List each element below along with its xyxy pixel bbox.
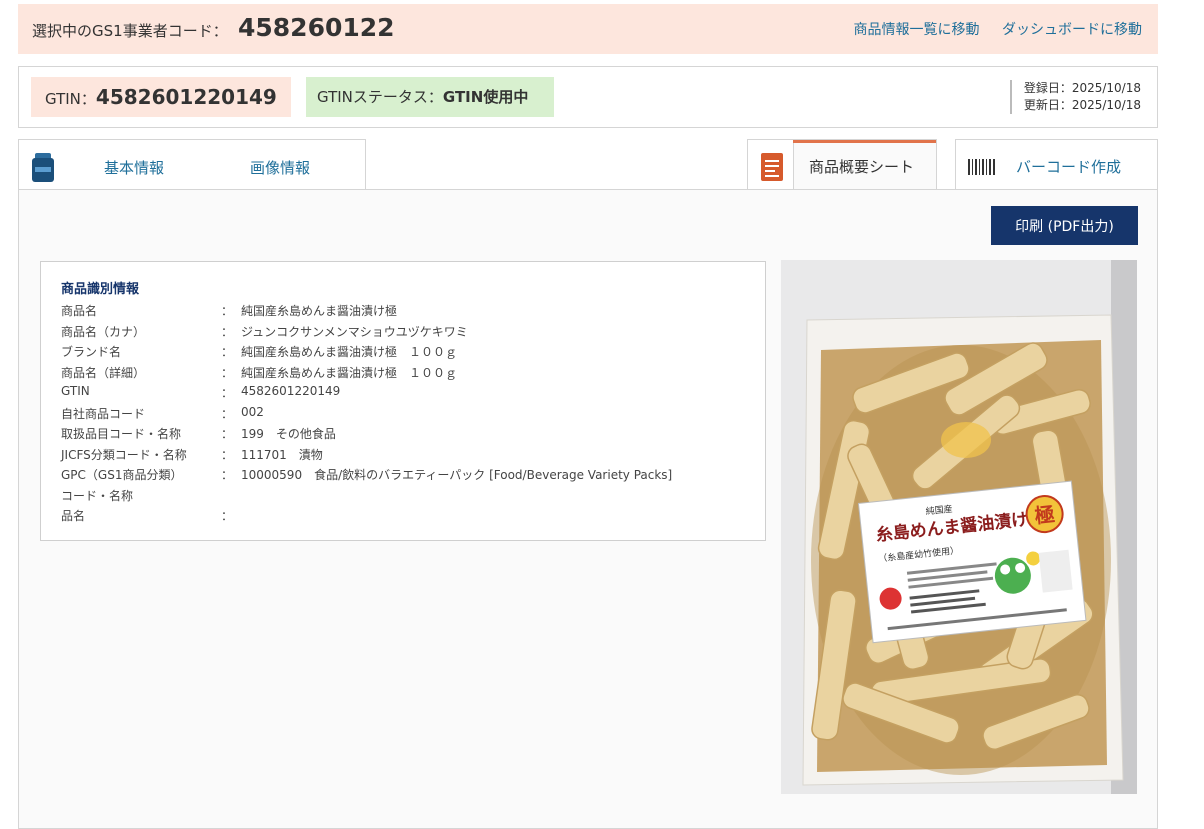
field-label: JICFS分類コード・名称 [61,447,187,462]
gtin-label: GTIN： [45,90,96,108]
tab-barcode[interactable]: バーコード作成 [955,139,1158,190]
field-value: 純国産糸島めんま醤油漬け極 １００ｇ [241,365,458,380]
product-photo: 純国産 糸島めんま醤油漬け 極 （糸島産幼竹使用） [781,260,1137,794]
field-value: 002 [241,404,264,419]
field-value: 199 その他食品 [241,427,336,441]
selected-company-bar: 選択中のGS1事業者コード： 458260122 商品情報一覧に移動 ダッシュボ… [18,4,1158,54]
field-value: 4582601220149 [241,384,341,398]
field-label: 取扱品目コード・名称 [61,427,182,441]
dashboard-link[interactable]: ダッシュボードに移動 [1002,22,1142,38]
gtin-status-value: GTIN使用中 [442,88,529,106]
tab-image-info[interactable]: 画像情報 [250,157,310,178]
active-tab-indicator [793,140,936,143]
print-pdf-button[interactable]: 印刷 (PDF出力) [991,206,1138,245]
barcode-icon [968,159,996,175]
field-label: GTIN [61,384,90,398]
gtin-status-label: GTINステータス： [317,88,443,106]
field-label: コード・名称 [61,488,134,503]
field-label: 商品名 [61,304,98,318]
tab-basic-info[interactable]: 基本情報 [104,157,164,178]
tab-product-sheet-label: 商品概要シート [809,158,915,176]
gtin-badge: GTIN：4582601220149 [31,77,291,117]
tab-product-sheet[interactable]: 商品概要シート [747,139,937,190]
field-label: GPC（GS1商品分類） [61,468,183,482]
label-badge: 極 [1033,502,1056,528]
gtin-summary: GTIN：4582601220149 GTINステータス：GTIN使用中 登録日… [18,66,1158,128]
field-value: 純国産糸島めんま醤油漬け極 [241,304,398,318]
product-sheet-panel: 印刷 (PDF出力) 商品識別情報 商品名：純国産糸島めんま醤油漬け極 商品名（… [18,189,1158,829]
field-value: 10000590 食品/飲料のバラエティーパック [Food/Beverage … [241,468,673,482]
field-value: ジュンコクサンメンマショウユヅケキワミ [241,324,468,339]
field-label: 商品名（詳細） [61,365,146,380]
field-label: 自社商品コード [61,406,146,421]
top-links: 商品情報一覧に移動 ダッシュボードに移動 [836,19,1142,39]
section-heading: 商品識別情報 [61,282,140,297]
registered-date: 登録日：2025/10/18 [1023,81,1141,95]
sheet-icon [761,153,783,181]
product-identification-box: 商品識別情報 商品名：純国産糸島めんま醤油漬け極 商品名（カナ）：ジュンコクサン… [40,261,766,541]
field-label: ブランド名 [61,345,122,359]
product-list-link[interactable]: 商品情報一覧に移動 [854,22,980,38]
updated-date: 更新日：2025/10/18 [1023,98,1141,112]
date-info: 登録日：2025/10/18 更新日：2025/10/18 [1009,80,1141,114]
gtin-value: 4582601220149 [95,85,277,109]
tab-group-info: 基本情報 画像情報 [18,139,366,190]
product-info-icon [32,153,54,182]
tab-barcode-label: バーコード作成 [1016,158,1122,176]
gtin-status-badge: GTINステータス：GTIN使用中 [306,77,554,117]
company-code-value: 458260122 [238,13,395,42]
field-label: 商品名（カナ） [61,324,146,339]
field-value: 111701 漬物 [241,447,323,462]
company-code-label: 選択中のGS1事業者コード： [32,22,228,40]
field-value: 純国産糸島めんま醤油漬け極 １００ｇ [241,345,458,359]
field-label: 品名 [61,509,86,523]
